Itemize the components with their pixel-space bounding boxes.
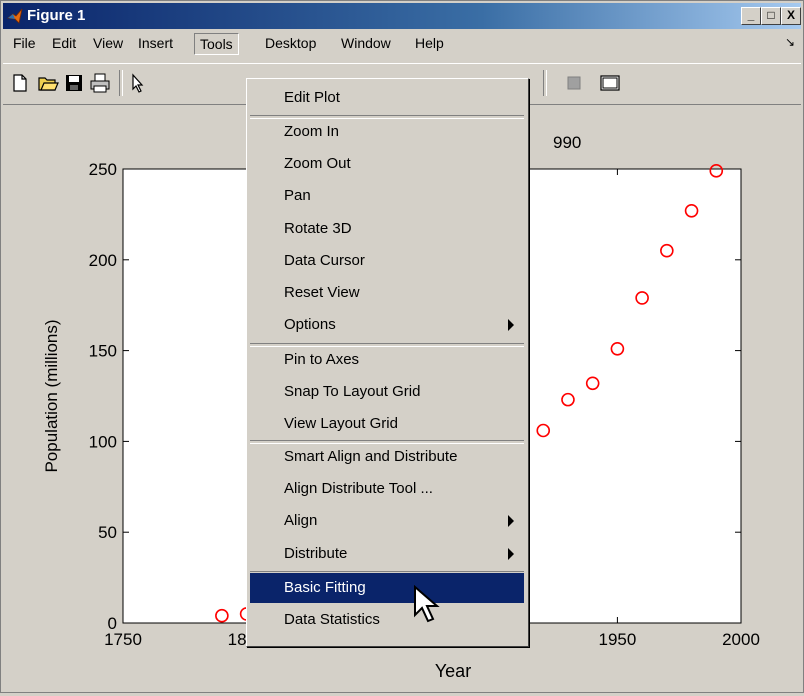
menu-item-label: Basic Fitting <box>284 579 366 596</box>
menu-view[interactable]: View <box>93 35 123 51</box>
menu-item-label: Zoom In <box>284 123 340 140</box>
menu-item-data-cursor[interactable]: Data Cursor <box>250 246 524 276</box>
menu-item-label: Zoom Out <box>284 155 351 172</box>
menu-item-zoom-in[interactable]: Zoom In <box>250 117 524 147</box>
new-figure-icon[interactable] <box>9 72 31 94</box>
menu-window[interactable]: Window <box>341 35 391 51</box>
submenu-arrow-icon <box>508 515 514 527</box>
menu-item-label: Align <box>284 512 318 529</box>
legend-icon[interactable] <box>599 72 621 94</box>
print-icon[interactable] <box>89 72 111 94</box>
menu-desktop[interactable]: Desktop <box>265 35 316 51</box>
title-bar[interactable]: Figure 1 _ □ X <box>3 3 801 29</box>
menu-item-reset-view[interactable]: Reset View <box>250 278 524 308</box>
y-tick-label: 0 <box>108 614 117 633</box>
menu-item-options[interactable]: Options <box>250 310 524 340</box>
minimize-button[interactable]: _ <box>741 7 761 25</box>
menu-help[interactable]: Help <box>415 35 444 51</box>
open-folder-icon[interactable] <box>37 72 59 94</box>
figure-window: Figure 1 _ □ X File Edit View Insert Too… <box>0 0 804 693</box>
mouse-pointer-icon <box>414 585 440 623</box>
toolbar-separator <box>119 70 123 96</box>
x-tick-label: 2000 <box>722 630 760 649</box>
y-axis-label: Population (millions) <box>42 319 61 472</box>
window-title: Figure 1 <box>27 7 86 24</box>
menu-item-edit-plot[interactable]: Edit Plot <box>250 83 524 113</box>
y-tick-label: 150 <box>89 342 117 361</box>
menu-item-align-distribute-tool[interactable]: Align Distribute Tool ... <box>250 474 524 504</box>
chart-title: 990 <box>553 133 581 152</box>
submenu-arrow-icon <box>508 548 514 560</box>
y-tick-label: 250 <box>89 160 117 179</box>
menu-item-label: Rotate 3D <box>284 220 352 237</box>
menu-item-snap-to-layout-grid[interactable]: Snap To Layout Grid <box>250 377 524 407</box>
menu-item-smart-align-and-distribute[interactable]: Smart Align and Distribute <box>250 442 524 472</box>
matlab-logo-icon <box>7 8 23 24</box>
menu-item-label: Distribute <box>284 545 348 562</box>
edit-plot-arrow-icon[interactable] <box>127 72 149 94</box>
menu-item-label: Options <box>284 316 336 333</box>
y-tick-label: 50 <box>98 523 117 542</box>
menu-item-label: Data Cursor <box>284 252 365 269</box>
menu-item-label: Pan <box>284 187 311 204</box>
menu-item-rotate-3d[interactable]: Rotate 3D <box>250 214 524 244</box>
menu-item-pan[interactable]: Pan <box>250 181 524 211</box>
menu-item-distribute[interactable]: Distribute <box>250 539 524 569</box>
x-axis-label: Year <box>435 661 471 681</box>
menu-item-zoom-out[interactable]: Zoom Out <box>250 149 524 179</box>
menu-edit[interactable]: Edit <box>52 35 76 51</box>
maximize-button[interactable]: □ <box>761 7 781 25</box>
menu-item-pin-to-axes[interactable]: Pin to Axes <box>250 345 524 375</box>
tools-menu-dropdown: Edit Plot Zoom In Zoom Out Pan Rotate 3D Data… <box>246 78 529 647</box>
menu-item-label: Align Distribute Tool ... <box>284 480 433 497</box>
menu-item-view-layout-grid[interactable]: View Layout Grid <box>250 409 524 439</box>
y-tick-label: 100 <box>89 432 117 451</box>
y-tick-label: 200 <box>89 251 117 270</box>
menu-file[interactable]: File <box>13 35 36 51</box>
menu-item-align[interactable]: Align <box>250 506 524 536</box>
menu-tools[interactable]: Tools <box>194 33 239 55</box>
menu-item-label: Edit Plot <box>284 89 340 106</box>
colorbar-icon[interactable] <box>563 72 585 94</box>
menu-item-label: Snap To Layout Grid <box>284 383 421 400</box>
menu-insert[interactable]: Insert <box>138 35 173 51</box>
menu-item-label: Pin to Axes <box>284 351 360 368</box>
close-button[interactable]: X <box>781 7 801 25</box>
menu-item-label: Data Statistics <box>284 611 380 628</box>
menu-bar: File Edit View Insert Tools Desktop Wind… <box>3 31 801 57</box>
menu-item-label: Smart Align and Distribute <box>284 448 458 465</box>
menu-item-data-statistics[interactable]: Data Statistics <box>250 605 524 635</box>
menu-item-label: Reset View <box>284 284 360 301</box>
menu-item-basic-fitting[interactable]: Basic Fitting <box>250 573 524 603</box>
save-disk-icon[interactable] <box>63 72 85 94</box>
toolbar-separator <box>543 70 547 96</box>
x-tick-label: 1950 <box>598 630 636 649</box>
dock-arrow-icon[interactable]: ↘ <box>785 35 795 49</box>
menu-item-label: View Layout Grid <box>284 415 398 432</box>
submenu-arrow-icon <box>508 319 514 331</box>
